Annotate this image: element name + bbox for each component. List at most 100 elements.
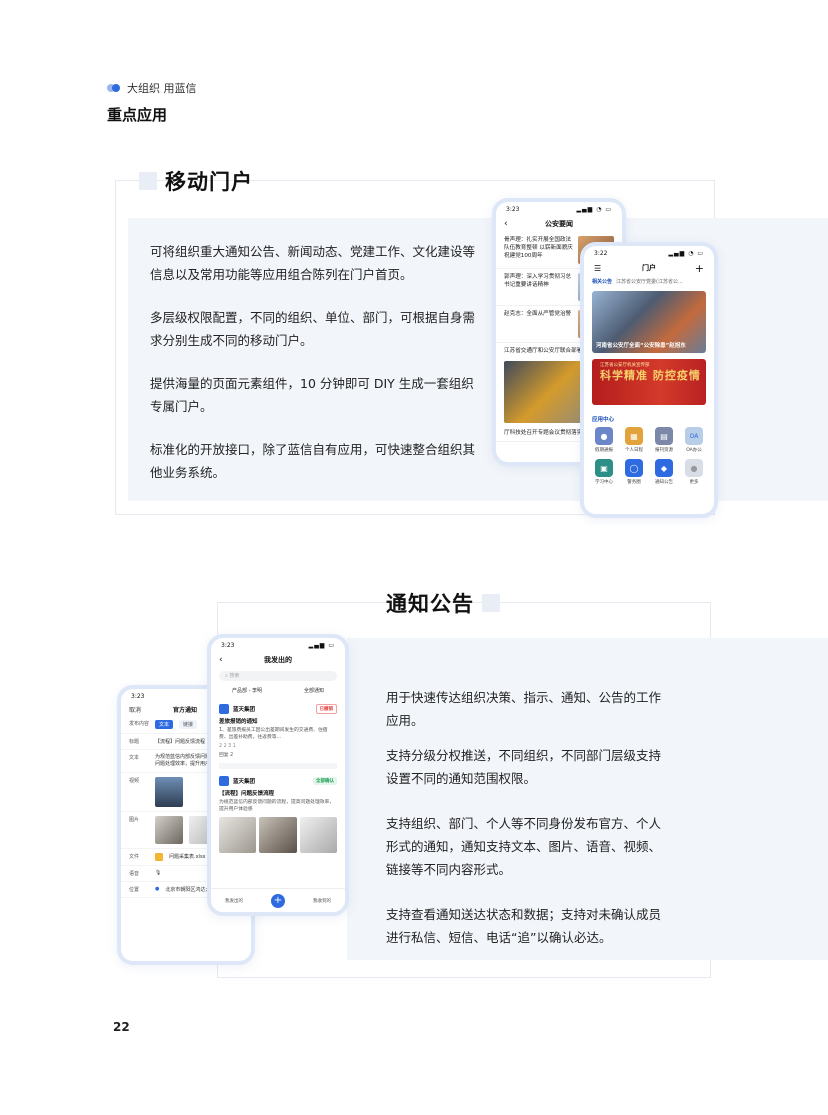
notice-title: 通知公告 (386, 592, 474, 616)
portal-banner-epidemic[interactable]: 江苏省公安厅机关宣传部 科学精准 防控疫情 (592, 359, 706, 405)
app-label: 报刊资源 (655, 448, 673, 453)
app-label: 学习中心 (595, 480, 613, 485)
portal-description: 可将组织重大通知公告、新闻动态、党建工作、文化建设等信息以及常用功能等应用组合陈… (150, 240, 475, 504)
banner-slogan: 科学精准 防控疫情 (600, 369, 701, 382)
notice-card-images (219, 817, 337, 853)
video-thumbnail[interactable] (155, 777, 183, 807)
app-label: OA办公 (686, 448, 702, 453)
notice-card[interactable]: 蓝天集团 全部确认 【流程】问题反馈流程 为规范蓝信内部反馈问题的流程，提高问题处… (219, 772, 337, 857)
image-thumbnail[interactable] (259, 817, 297, 853)
field-label: 位置 (129, 887, 140, 893)
notice-card-title: 【流程】问题反馈流程 (219, 791, 275, 797)
section-title: 重点应用 (107, 106, 168, 124)
notice-card-body: 1、差旅费报员工因公出差期间发生的交通费、住宿费、出差补助费，往返费等... (219, 728, 328, 740)
org-name: 蓝天集团 (233, 707, 256, 713)
field-label: 文件 (129, 854, 140, 860)
calendar-icon: ▦ (625, 427, 643, 445)
app-learning[interactable]: ▣ 学习中心 (590, 459, 618, 485)
phone-portal-screenshot: 3:22 ▂▄▆ ◔ ▭ ☰ 门户 + 相关公告 江苏省公安厅党委(江苏省公...… (580, 242, 718, 518)
tab-announcements[interactable]: 相关公告 (592, 278, 612, 285)
oa-icon: OA (685, 427, 703, 445)
status-badge: 已撤销 (315, 704, 337, 714)
tab-received[interactable]: 我收到的 (313, 898, 331, 904)
phone-sent-screenshot: 3:23 ▂▄▆ ▭ ‹ 我发出的 ⌕ 搜索 产品部 - 李明 全部通知 蓝天集团… (207, 634, 349, 916)
reply-count[interactable]: 回复 2 (219, 752, 337, 759)
app-more[interactable]: ● 更多 (680, 459, 708, 485)
banner-caption: 河南省公安厅全面“公安除患”赵旭东 (596, 343, 686, 349)
back-icon[interactable]: ‹ (219, 655, 223, 665)
app-schedule[interactable]: ▦ 个人日程 (620, 427, 648, 453)
field-label: 文本 (129, 755, 140, 761)
back-icon[interactable]: ‹ (504, 219, 508, 229)
page-number: 22 (113, 1020, 130, 1034)
app-oa[interactable]: OA OA办公 (680, 427, 708, 453)
tab-text[interactable]: 文本 (155, 720, 174, 729)
portal-banner-photo[interactable]: 河南省公安厅全面“公安除患”赵旭东 (592, 291, 706, 353)
status-time: 3:22 (594, 249, 608, 257)
field-value: 【流程】问题反馈流程 (155, 739, 206, 745)
portal-paragraph: 可将组织重大通知公告、新闻动态、党建工作、文化建设等信息以及常用功能等应用组合陈… (150, 244, 476, 282)
app-notice[interactable]: ◆ 通知公告 (650, 459, 678, 485)
notice-card-title: 差旅报销的通知 (219, 719, 258, 725)
portal-paragraph: 标准化的开放接口，除了蓝信自有应用，可快速整合组织其他业务系统。 (150, 442, 476, 480)
app-label: 个人日程 (625, 448, 643, 453)
filter-all[interactable]: 全部通知 (304, 687, 324, 694)
org-logo-icon (219, 776, 229, 786)
image-thumbnail[interactable] (155, 816, 183, 844)
microphone-icon[interactable]: 🎙 (155, 870, 161, 876)
org-logo-icon (219, 704, 229, 714)
image-thumbnail[interactable] (299, 817, 337, 853)
file-icon (155, 853, 163, 861)
app-police-circle[interactable]: ◯ 警务圈 (620, 459, 648, 485)
notice-paragraph: 支持分级分权推送，不同组织，不同部门层级支持设置不同的通知范围权限。 (386, 748, 662, 786)
tab-org[interactable]: 江苏省公安厅党委(江苏省公... (616, 278, 683, 285)
notice-card[interactable]: 蓝天集团 已撤销 差旅报销的通知 1、差旅费报员工因公出差期间发生的交通费、住宿费… (219, 700, 337, 769)
field-label: 发布内容 (129, 721, 150, 727)
cancel-button[interactable]: 取消 (129, 705, 141, 714)
field-label: 视频 (129, 778, 140, 784)
tab-link[interactable]: 链接 (179, 720, 198, 729)
brand-text: 大组织 用蓝信 (127, 82, 197, 95)
bottom-tab-bar: 我发出的 + 我收到的 (211, 888, 345, 912)
filter-department[interactable]: 产品部 - 李明 (232, 687, 262, 694)
signal-icon: ▂▄▆ ◔ ▭ (576, 205, 612, 213)
person-icon: ● (595, 427, 613, 445)
filter-bar: 产品部 - 李明 全部通知 (211, 684, 345, 697)
image-thumbnail[interactable] (219, 817, 257, 853)
title-square-decoration (482, 594, 500, 612)
portal-paragraph: 提供海量的页面元素组件，10 分钟即可 DIY 生成一套组织专属门户。 (150, 376, 474, 414)
notice-description: 用于快速传达组织决策、指示、通知、公告的工作应用。 支持分级分权推送，不同组织，… (386, 686, 666, 961)
portal-paragraph: 多层级权限配置，不同的组织、单位、部门，可根据自身需求分别生成不同的移动门户。 (150, 310, 476, 348)
plus-icon[interactable]: + (695, 262, 704, 275)
brand-line: 大组织 用蓝信 (107, 80, 197, 96)
status-time: 3:23 (131, 692, 145, 700)
add-button[interactable]: + (271, 893, 285, 908)
field-label: 语音 (129, 871, 140, 877)
field-value: 问题采集表.xlsx (169, 854, 206, 860)
app-vacation[interactable]: ● 假期通报 (590, 427, 618, 453)
news-title: 郭声理：深入学习贯彻习总书记重要讲话精神 (504, 274, 572, 288)
title-square-decoration (139, 172, 157, 190)
notice-card-stats: 2 2 3 1 (219, 744, 236, 749)
search-input[interactable]: ⌕ 搜索 (219, 671, 337, 681)
brand-logo-icon (107, 84, 121, 92)
notice-paragraph: 用于快速传达组织决策、指示、通知、公告的工作应用。 (386, 690, 662, 728)
menu-icon[interactable]: ☰ (594, 264, 601, 273)
news-page-title: 公安要闻 (545, 220, 573, 228)
sent-page-title: 我发出的 (264, 656, 292, 664)
org-name: 蓝天集团 (233, 779, 256, 785)
app-label: 更多 (689, 480, 699, 485)
status-time: 3:23 (506, 205, 520, 213)
app-label: 通知公告 (655, 480, 673, 485)
status-time: 3:23 (221, 641, 235, 649)
field-label: 标题 (129, 739, 140, 745)
tab-sent[interactable]: 我发出的 (225, 898, 243, 904)
news-title: 骨声理：扎实开展全国政法队伍教育整顿 以崭新面貌庆祝建党100周年 (504, 237, 573, 259)
portal-tabs: 相关公告 江苏省公安厅党委(江苏省公... (584, 276, 714, 287)
portal-title: 移动门户 (165, 170, 253, 194)
app-label: 假期通报 (595, 448, 613, 453)
newspaper-icon: ▤ (655, 427, 673, 445)
status-badge: 全部确认 (313, 777, 337, 785)
app-newspaper[interactable]: ▤ 报刊资源 (650, 427, 678, 453)
more-icon: ● (685, 459, 703, 477)
